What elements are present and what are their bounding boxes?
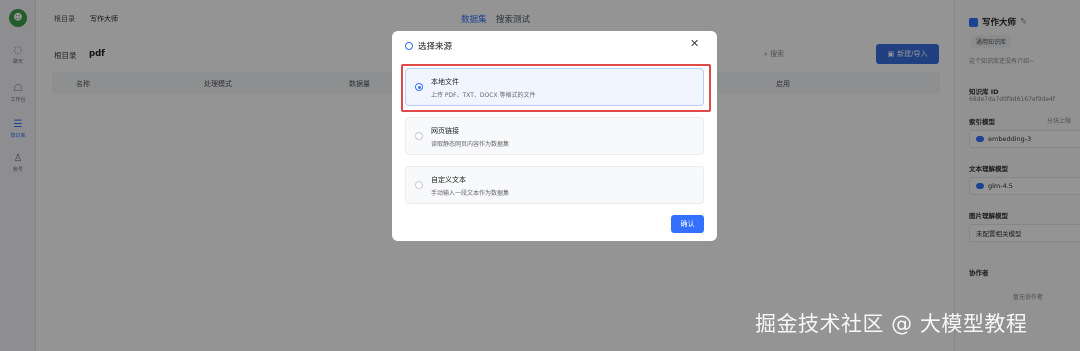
option-web-link[interactable]: 网页链接 读取静态网页内容作为数据集 <box>405 117 704 155</box>
option-title: 网页链接 <box>431 127 459 135</box>
highlight-box <box>401 64 711 112</box>
select-source-modal: 选择来源 ✕ 本地文件 上传 PDF、TXT、DOCX 等格式的文件 网页链接 … <box>392 31 717 241</box>
radio-unselected[interactable] <box>415 132 423 140</box>
option-title: 自定义文本 <box>431 176 466 184</box>
check-circle-icon <box>405 42 413 50</box>
radio-unselected[interactable] <box>415 181 423 189</box>
option-desc: 读取静态网页内容作为数据集 <box>431 141 510 148</box>
modal-title: 选择来源 <box>405 40 452 52</box>
watermark: 掘金技术社区 @ 大模型教程 <box>755 312 1028 336</box>
confirm-button[interactable]: 确认 <box>671 215 704 233</box>
modal-title-text: 选择来源 <box>418 42 453 52</box>
option-desc: 手动输入一段文本作为数据集 <box>431 190 510 197</box>
option-custom-text[interactable]: 自定义文本 手动输入一段文本作为数据集 <box>405 166 704 204</box>
close-icon[interactable]: ✕ <box>690 37 699 50</box>
